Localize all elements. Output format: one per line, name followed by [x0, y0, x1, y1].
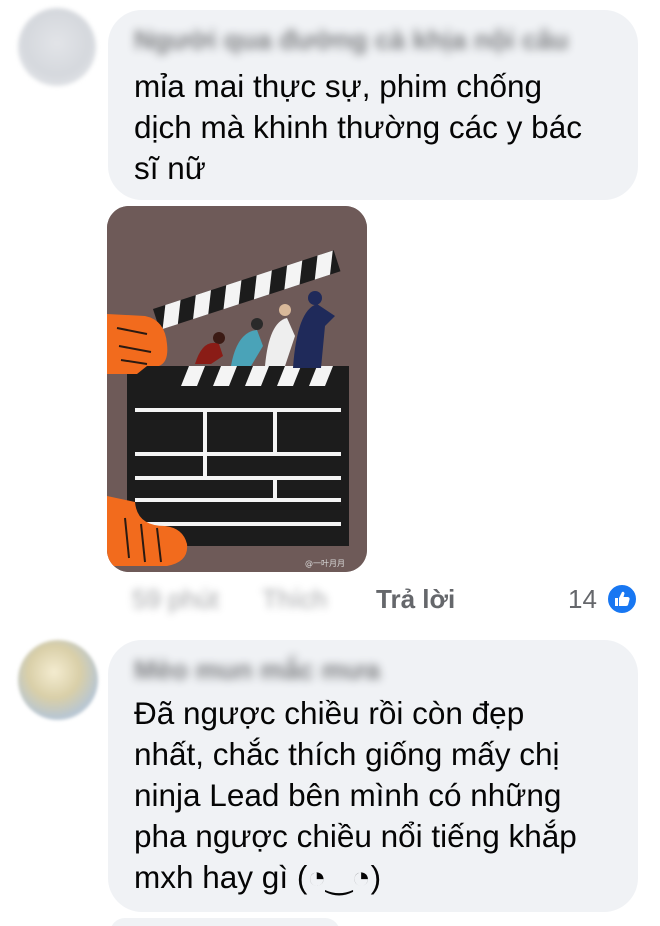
- comment-thread: Người qua đường cà khịa nội câu mỉa mai …: [0, 0, 660, 926]
- reply-link[interactable]: Trả lời: [376, 584, 455, 615]
- comment-text: Đã ngược chiều rồi còn đẹp nhất, chắc th…: [134, 695, 577, 895]
- avatar[interactable]: [18, 8, 96, 86]
- clapperboard-illustration: @一叶月月: [107, 206, 367, 572]
- reaction-count[interactable]: 14: [568, 584, 597, 615]
- comment-image[interactable]: @一叶月月: [107, 206, 367, 572]
- comment-author[interactable]: Mèo mun mắc mưa: [134, 655, 380, 686]
- next-comment-bubble: [110, 918, 340, 926]
- avatar[interactable]: [18, 640, 98, 720]
- comment-author[interactable]: Người qua đường cà khịa nội câu: [134, 25, 569, 56]
- thumbs-up-icon: [615, 591, 630, 606]
- comment-actions: 59 phút Thích Trả lời 14: [0, 578, 660, 622]
- like-icon[interactable]: [606, 583, 638, 615]
- like-link[interactable]: Thích: [262, 584, 327, 615]
- image-watermark: @一叶月月: [305, 559, 345, 568]
- comment-text: mỉa mai thực sự, phim chống dịch mà khin…: [134, 68, 582, 186]
- comment-time[interactable]: 59 phút: [132, 584, 219, 615]
